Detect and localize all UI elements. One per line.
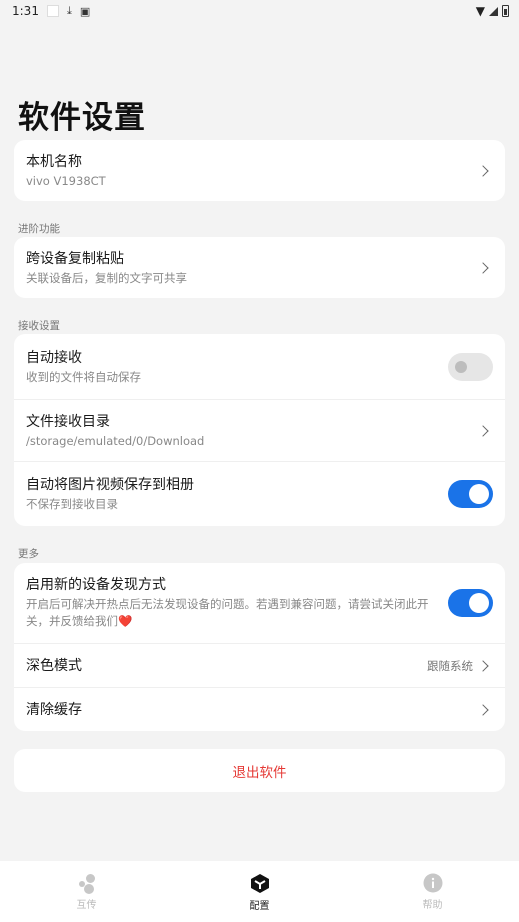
signal-icon — [489, 6, 498, 16]
nav-help-label: 帮助 — [422, 900, 443, 911]
notification-square-icon — [46, 5, 59, 17]
status-bar: 1:31 ⤓ ▣ ▼ — [0, 0, 519, 22]
nav-config[interactable]: 配置 — [210, 873, 310, 912]
auto-receive-title: 自动接收 — [26, 349, 82, 366]
auto-receive-row: 自动接收 收到的文件将自动保存 — [14, 334, 505, 399]
device-name-row[interactable]: 本机名称 vivo V1938CT — [14, 140, 505, 201]
chevron-right-icon — [477, 703, 489, 716]
nav-config-label: 配置 — [249, 901, 270, 912]
clipboard-row[interactable]: 跨设备复制粘贴 关联设备后，复制的文字可共享 — [14, 237, 505, 298]
new-discovery-toggle[interactable] — [448, 589, 493, 617]
receive-dir-title: 文件接收目录 — [26, 413, 110, 430]
clear-cache-title: 清除缓存 — [26, 701, 82, 718]
receive-dir-path: /storage/emulated/0/Download — [26, 433, 205, 448]
cube-icon — [250, 873, 270, 894]
advanced-card: 跨设备复制粘贴 关联设备后，复制的文字可共享 — [14, 237, 505, 298]
nav-help[interactable]: 帮助 — [383, 873, 483, 911]
section-more: 更多 — [18, 548, 39, 560]
clipboard-subtitle: 关联设备后，复制的文字可共享 — [26, 270, 187, 285]
receive-card: 自动接收 收到的文件将自动保存 文件接收目录 /storage/emulated… — [14, 334, 505, 526]
section-receive: 接收设置 — [18, 320, 60, 332]
status-time: 1:31 — [12, 4, 39, 18]
battery-icon — [502, 5, 509, 17]
page-title: 软件设置 — [18, 100, 146, 136]
new-discovery-row: 启用新的设备发现方式 开启后可解决开热点后无法发现设备的问题。若遇到兼容问题，请… — [14, 563, 505, 643]
dark-mode-row[interactable]: 深色模式 跟随系统 — [14, 643, 505, 687]
dark-mode-title: 深色模式 — [26, 657, 82, 674]
device-card: 本机名称 vivo V1938CT — [14, 140, 505, 201]
chevron-right-icon — [477, 659, 489, 672]
receive-dir-row[interactable]: 文件接收目录 /storage/emulated/0/Download — [14, 399, 505, 461]
bottom-nav: 互传 配置 帮助 — [0, 861, 519, 922]
nav-transfer-label: 互传 — [76, 900, 97, 911]
chevron-right-icon — [477, 424, 489, 437]
new-discovery-subtitle: 开启后可解决开热点后无法发现设备的问题。若遇到兼容问题，请尝试关闭此开关，并反馈… — [26, 597, 429, 628]
wifi-icon: ▼ — [475, 4, 485, 18]
info-icon — [423, 873, 443, 893]
chevron-right-icon — [477, 164, 489, 177]
save-album-title: 自动将图片视频保存到相册 — [26, 477, 194, 493]
device-name-value: vivo V1938CT — [26, 173, 106, 188]
save-album-row: 自动将图片视频保存到相册 不保存到接收目录 — [14, 461, 505, 526]
save-album-toggle[interactable] — [448, 480, 493, 508]
save-album-subtitle: 不保存到接收目录 — [26, 497, 118, 511]
dark-mode-value: 跟随系统 — [427, 658, 473, 673]
new-discovery-title: 启用新的设备发现方式 — [26, 577, 166, 593]
transfer-dots-icon — [77, 873, 97, 894]
chevron-right-icon — [477, 261, 489, 274]
app-notification-icon: ▣ — [79, 4, 91, 18]
device-name-label: 本机名称 — [26, 153, 82, 170]
more-card: 启用新的设备发现方式 开启后可解决开热点后无法发现设备的问题。若遇到兼容问题，请… — [14, 563, 505, 731]
auto-receive-subtitle: 收到的文件将自动保存 — [26, 369, 141, 384]
clear-cache-row[interactable]: 清除缓存 — [14, 687, 505, 731]
auto-receive-toggle[interactable] — [448, 352, 493, 381]
nav-transfer[interactable]: 互传 — [37, 873, 137, 911]
section-advanced: 进阶功能 — [18, 223, 60, 235]
clipboard-title: 跨设备复制粘贴 — [26, 250, 124, 267]
logout-button[interactable]: 退出软件 — [14, 749, 505, 792]
download-icon: ⤓ — [66, 4, 72, 17]
